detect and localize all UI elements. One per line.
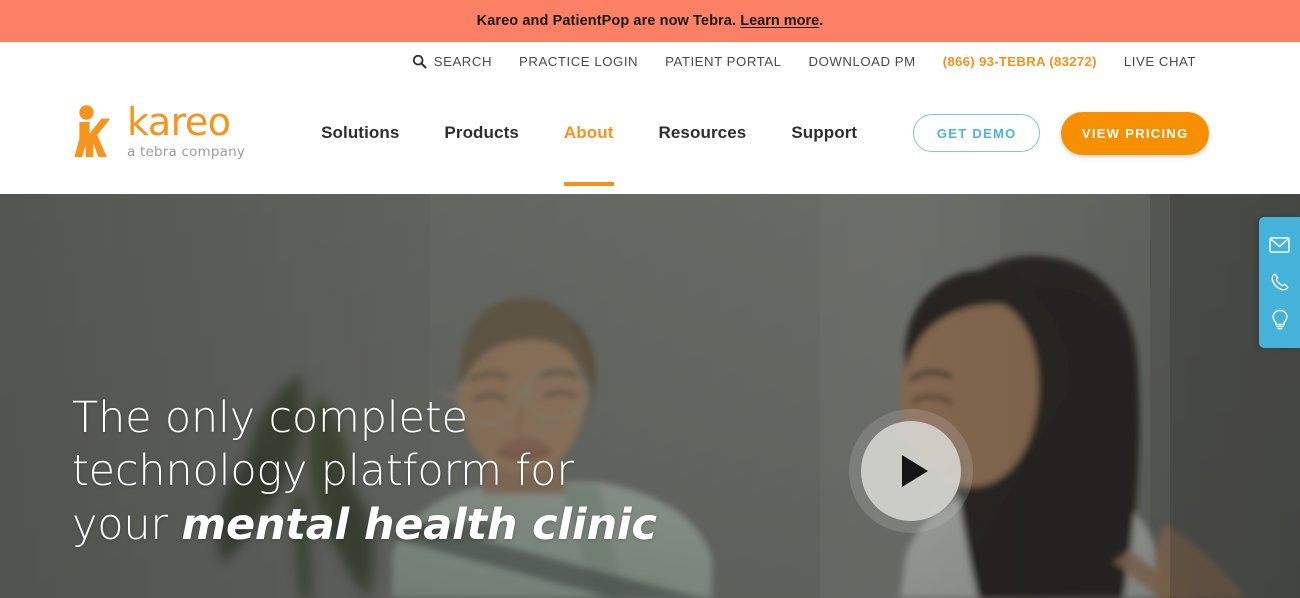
video-play-button[interactable] (861, 421, 961, 521)
utility-item-patient-portal[interactable]: PATIENT PORTAL (665, 54, 781, 69)
utility-item-download-pm[interactable]: DOWNLOAD PM (809, 54, 916, 69)
primary-nav: Solutions Products About Resources Suppo… (321, 80, 857, 186)
search-label: SEARCH (433, 53, 493, 69)
main-nav-row: kareo a tebra company Solutions Products… (0, 80, 1300, 186)
site-header: SEARCH PRACTICE LOGIN PATIENT PORTAL DOW… (0, 42, 1300, 194)
kareo-logo[interactable]: kareo a tebra company (72, 103, 245, 160)
announcement-text: Kareo and PatientPop are now Tebra. (476, 13, 741, 29)
announcement-learn-more-link[interactable]: Learn more (740, 13, 819, 29)
nav-item-solutions[interactable]: Solutions (321, 80, 399, 186)
hero-headline-emphasis: mental health clinic (181, 499, 657, 550)
play-icon (902, 455, 928, 487)
kareo-k-figure-icon (72, 103, 116, 159)
page-root: Kareo and PatientPop are now Tebra. Lear… (0, 0, 1300, 598)
utility-nav: SEARCH PRACTICE LOGIN PATIENT PORTAL DOW… (0, 42, 1300, 80)
hero-section: The only complete technology platform fo… (0, 194, 1300, 598)
hero-headline-line3-prefix: your (72, 499, 182, 550)
nav-item-about[interactable]: About (563, 80, 614, 186)
view-pricing-button[interactable]: VIEW PRICING (1061, 111, 1210, 155)
nav-item-products[interactable]: Products (444, 80, 518, 186)
lightbulb-icon[interactable] (1269, 309, 1291, 331)
phone-number-link[interactable]: (866) 93-TEBRA (83272) (943, 54, 1097, 69)
announcement-banner: Kareo and PatientPop are now Tebra. Lear… (0, 0, 1300, 42)
hero-headline-line1: The only complete (72, 393, 468, 443)
side-contact-tab (1259, 217, 1300, 348)
phone-icon[interactable] (1269, 271, 1291, 293)
announcement-text-suffix: . (819, 13, 824, 29)
hero-headline-line2: technology platform for (72, 446, 574, 497)
nav-item-support[interactable]: Support (791, 80, 857, 186)
utility-item-practice-login[interactable]: PRACTICE LOGIN (519, 54, 638, 69)
get-demo-button[interactable]: GET DEMO (913, 114, 1041, 152)
logo-wordmark-group: kareo a tebra company (127, 103, 245, 160)
search-button[interactable]: SEARCH (412, 54, 492, 69)
header-cta-group: GET DEMO VIEW PRICING (913, 111, 1210, 155)
hero-headline: The only complete technology platform fo… (72, 392, 692, 552)
logo-tagline: a tebra company (127, 143, 246, 160)
envelope-icon[interactable] (1269, 234, 1291, 256)
live-chat-link[interactable]: LIVE CHAT (1124, 54, 1196, 69)
nav-item-resources[interactable]: Resources (659, 80, 747, 186)
search-icon (412, 54, 427, 69)
logo-wordmark: kareo (127, 99, 231, 144)
